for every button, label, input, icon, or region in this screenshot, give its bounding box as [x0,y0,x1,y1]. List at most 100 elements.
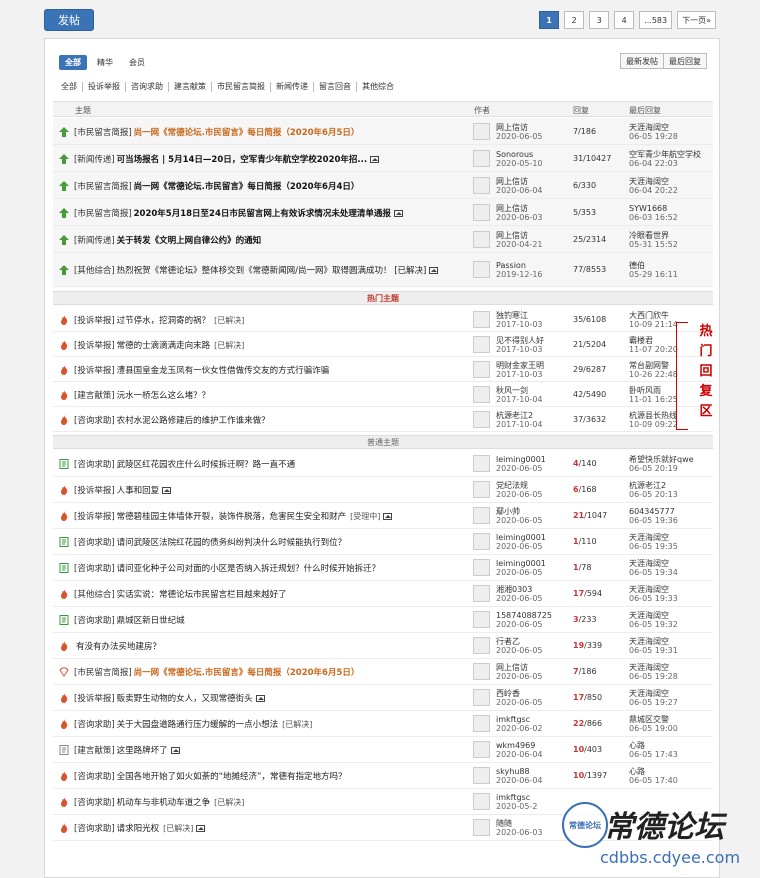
author-name[interactable]: 鄢小帅 [496,507,543,516]
avatar[interactable] [473,386,490,403]
category-link[interactable]: 投诉举报 [82,82,125,92]
thread-category-prefix[interactable]: [其他综合] [74,266,115,276]
last-reply[interactable]: 天涯海阔空 06-05 19:33 [629,585,678,603]
last-reply-user[interactable]: 天涯海阔空 [629,663,678,672]
thread-title-text[interactable]: 沅水一桥怎么这么堵？？ [117,391,211,401]
last-reply[interactable]: 大西门欣牛 10-09 21:14 [629,311,678,329]
thread-title-text[interactable]: 热烈祝贺《常德论坛》整体移交到《常德新闻网/尚一网》取得圆满成功！ [已解决] [117,266,427,276]
last-reply[interactable]: 冷眼看世界 05-31 15:52 [629,231,678,249]
thread-title-text[interactable]: 实话实说：常德论坛市民留言栏目越来越好了 [117,590,287,600]
thread-title[interactable]: [咨询求助] 关于大园盘道路通行压力缓解的一点小想法 [已解决] [74,718,312,730]
tab-filter[interactable]: 全部 [59,55,87,70]
thread-category-prefix[interactable]: [投诉举报] [74,366,115,376]
avatar[interactable] [473,741,490,758]
thread-author[interactable]: 网上信访 2020-04-21 [496,231,543,249]
thread-title[interactable]: [新闻传递] 关于转发《文明上网自律公约》的通知 [74,234,261,246]
thread-author[interactable]: 随随 2020-06-03 [496,819,543,837]
sort-button[interactable]: 最新发帖 [620,53,664,69]
last-reply-user[interactable]: 常台副网警 [629,361,678,370]
thread-title[interactable]: [咨询求助] 请问武陵区法院红花园的债务纠纷判决什么时候能执行到位？ [74,536,346,548]
last-reply-user[interactable]: 天涯海阔空 [629,177,678,186]
avatar[interactable] [473,481,490,498]
thread-category-prefix[interactable]: [投诉举报] [74,512,115,522]
last-reply-user[interactable]: SYW1668 [629,204,678,213]
thread-title[interactable]: [其他综合] 实话实说：常德论坛市民留言栏目越来越好了 [74,588,287,600]
last-reply-user[interactable]: 卧听风雨 [629,386,678,395]
last-reply[interactable]: 天涯海阔空 06-05 19:28 [629,123,678,141]
table-row[interactable]: [市民留言简报] 2020年5月18日至24日市民留言网上有效诉求情况未处理清单通… [53,199,713,226]
table-row[interactable]: [建言献策] 这里路牌坏了 wkm4969 2020-06-04 10/403 心路 06-… [53,737,713,763]
thread-author[interactable]: imkftgsc 2020-05-2 [496,793,537,811]
last-reply-user[interactable]: 德伯 [629,261,678,270]
thread-category-prefix[interactable]: [建言献策] [74,746,115,756]
thread-category-prefix[interactable]: [投诉举报] [74,694,115,704]
thread-author[interactable]: 网上信访 2020-06-04 [496,177,543,195]
last-reply[interactable]: 希望快乐就好qwe 06-05 20:19 [629,455,694,473]
table-row[interactable]: [新闻传递] 关于转发《文明上网自律公约》的通知 网上信访 2020-04-21 25/… [53,226,713,253]
avatar[interactable] [473,559,490,576]
thread-title-text[interactable]: 人事和回复 [117,486,160,496]
thread-author[interactable]: Passion 2019-12-16 [496,261,543,279]
last-reply-user[interactable]: 霸楼君 [629,336,678,345]
thread-title[interactable]: [投诉举报] 常德的士滴滴满走向末路 [已解决] [74,339,244,351]
thread-title[interactable]: [投诉举报] 过节停水，挖洞寄的祸？ [已解决] [74,314,244,326]
thread-author[interactable]: 党纪法规 2020-06-05 [496,481,543,499]
table-row[interactable]: [投诉举报] 过节停水，挖洞寄的祸？ [已解决] 独钓寒江 2017-10-03 35/6… [53,307,713,332]
last-reply[interactable]: 杭源县长热线 10-09 09:22 [629,411,678,429]
thread-author[interactable]: 见不得别人好 2017-10-03 [496,336,544,354]
last-reply[interactable]: 天涯海阔空 06-05 19:35 [629,533,678,551]
avatar[interactable] [473,361,490,378]
table-row[interactable]: [咨询求助] 武陵区红花园农庄什么时候拆迁啊？路一直不通 leiming0001 20… [53,451,713,477]
table-row[interactable]: [其他综合] 热烈祝贺《常德论坛》整体移交到《常德新闻网/尚一网》取得圆满成功！ … [53,253,713,287]
thread-author[interactable]: 秋风一剑 2017-10-04 [496,386,543,404]
thread-title-text[interactable]: 尚一网《常德论坛.市民留言》每日简报（2020年6月5日） [134,668,360,678]
table-row[interactable]: [其他综合] 实话实说：常德论坛市民留言栏目越来越好了 湘湘0303 2020-06-… [53,581,713,607]
thread-category-prefix[interactable]: [新闻传递] [74,236,115,246]
avatar[interactable] [473,637,490,654]
author-name[interactable]: 网上信访 [496,123,543,132]
table-row[interactable]: [建言献策] 沅水一桥怎么这么堵？？ 秋风一剑 2017-10-04 42/5490 卧听… [53,382,713,407]
thread-title[interactable]: [投诉举报] 澧县国皇金龙玉凤有一伙女性借做传交友的方式行骗诈骗 [74,364,329,376]
thread-title-text[interactable]: 机动车与非机动车道之争 [117,798,211,808]
thread-author[interactable]: 独钓寒江 2017-10-03 [496,311,543,329]
thread-author[interactable]: 明财金家王明 2017-10-03 [496,361,544,379]
last-reply-user[interactable]: 杭源县长热线 [629,411,678,420]
thread-author[interactable]: 网上信访 2020-06-03 [496,204,543,222]
table-row[interactable]: [投诉举报] 澧县国皇金龙玉凤有一伙女性借做传交友的方式行骗诈骗 明财金家王明 201… [53,357,713,382]
thread-category-prefix[interactable]: [投诉举报] [74,486,115,496]
thread-title-text[interactable]: 澧县国皇金龙玉凤有一伙女性借做传交友的方式行骗诈骗 [117,366,330,376]
thread-title[interactable]: [咨询求助] 请求阳光权 [已解决] [74,822,206,834]
tab-filter[interactable]: 会员 [123,55,151,70]
thread-author[interactable]: wkm4969 2020-06-04 [496,741,543,759]
thread-title-text[interactable]: 尚一网《常德论坛.市民留言》每日简报（2020年6月4日） [134,182,360,192]
thread-author[interactable]: 西岭香 2020-06-05 [496,689,543,707]
thread-title-text[interactable]: 过节停水，挖洞寄的祸？ [117,316,211,326]
table-row[interactable]: [投诉举报] 常德碧桂园主体墙体开裂，装饰件脱落，危害民生安全和财产 [受理中] 鄢小… [53,503,713,529]
thread-title[interactable]: [投诉举报] 常德碧桂园主体墙体开裂，装饰件脱落，危害民生安全和财产 [受理中] [74,510,393,522]
avatar[interactable] [473,261,490,278]
last-reply-user[interactable]: 鼎城区交警 [629,715,678,724]
page-button[interactable]: ...583 [639,11,673,29]
avatar[interactable] [473,411,490,428]
author-name[interactable]: imkftgsc [496,715,543,724]
last-reply[interactable]: 天涯海阔空 06-05 19:28 [629,663,678,681]
last-reply-user[interactable]: 希望快乐就好qwe [629,455,694,464]
last-reply-user[interactable]: 天涯海阔空 [629,611,678,620]
thread-category-prefix[interactable]: [建言献策] [74,391,115,401]
table-row[interactable]: [新闻传递] 可当场报名 | 5月14日—20日，空军青少年航空学校2020年招.… [53,145,713,172]
page-button[interactable]: 4 [614,11,635,29]
last-reply[interactable]: 天涯海阔空 06-05 19:31 [629,637,678,655]
category-link[interactable]: 其他综合 [356,82,399,92]
author-name[interactable]: 湘湘0303 [496,585,543,594]
last-reply-user[interactable]: 天涯海阔空 [629,559,678,568]
thread-category-prefix[interactable]: [市民留言简报] [74,668,132,678]
author-name[interactable]: 15874088725 [496,611,552,620]
thread-category-prefix[interactable]: [市民留言简报] [74,182,132,192]
author-name[interactable]: 秋风一剑 [496,386,543,395]
avatar[interactable] [473,611,490,628]
tab-filter[interactable]: 精华 [91,55,119,70]
last-reply-user[interactable]: 604345777 [629,507,678,516]
thread-author[interactable]: 杭源老江2 2017-10-04 [496,411,543,429]
last-reply[interactable]: 天涯海阔空 06-05 19:34 [629,559,678,577]
last-reply[interactable]: SYW1668 06-03 16:52 [629,204,678,222]
